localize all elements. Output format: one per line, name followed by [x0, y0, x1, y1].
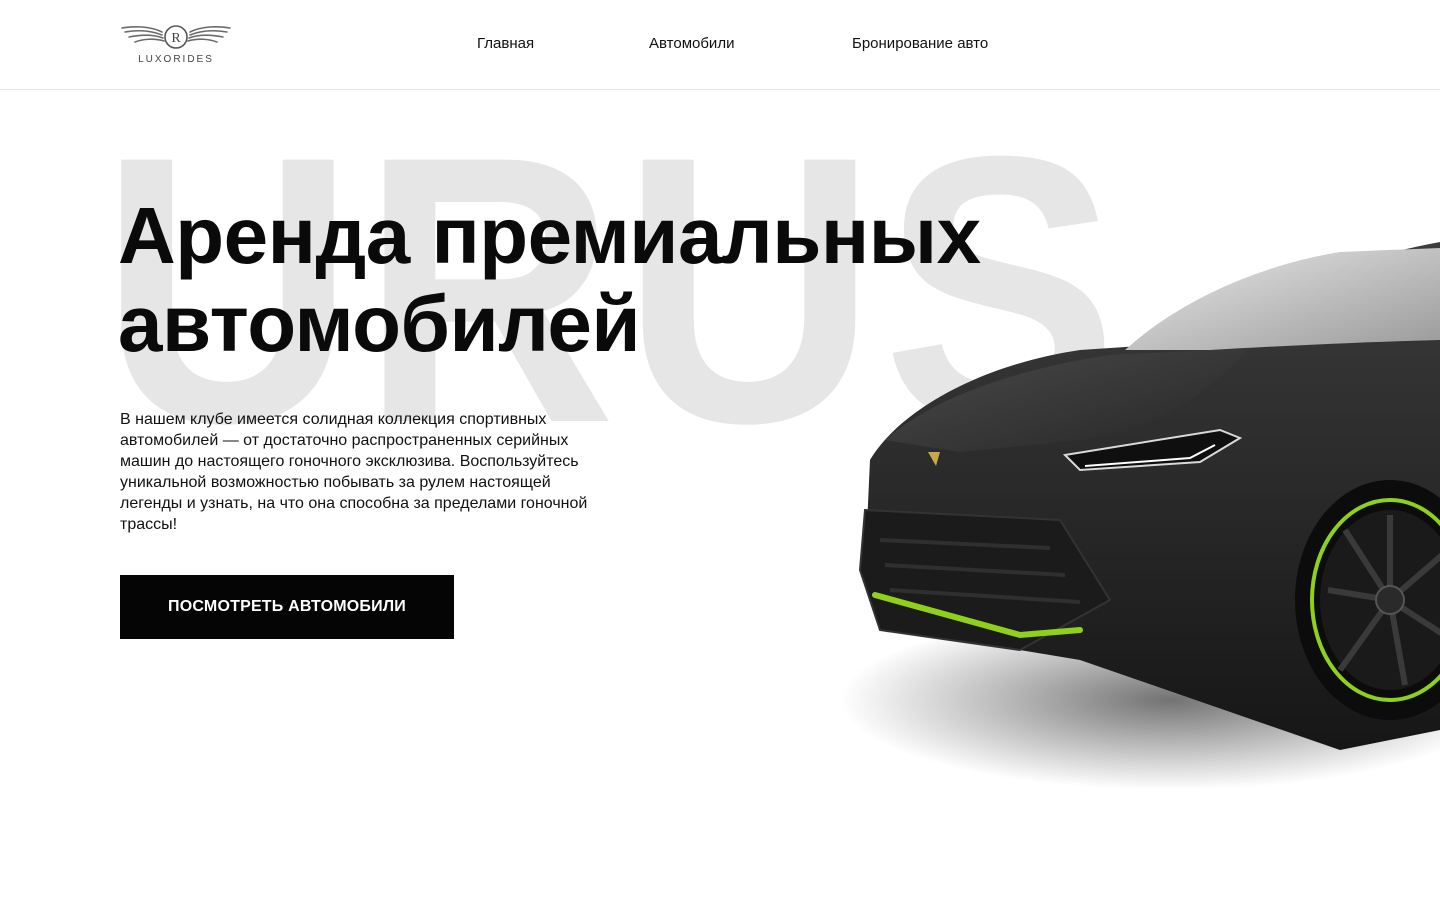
- hero-title: Аренда премиальных автомобилей: [118, 192, 981, 368]
- hero-title-line-2: автомобилей: [118, 279, 641, 368]
- nav-link-cars[interactable]: Автомобили: [649, 35, 734, 53]
- view-cars-button[interactable]: ПОСМОТРЕТЬ АВТОМОБИЛИ: [120, 575, 454, 639]
- car-windshield: [1125, 248, 1440, 350]
- brand-logo[interactable]: R LUXORIDES: [120, 20, 232, 70]
- hero-title-line-1: Аренда премиальных: [118, 191, 981, 280]
- logo-wordmark: LUXORIDES: [138, 54, 214, 65]
- winged-emblem-icon: R: [121, 25, 231, 49]
- site-header: R LUXORIDES Главная Автомобили Бронирова…: [0, 0, 1440, 90]
- hero-description: В нашем клубе имеется солидная коллекция…: [120, 411, 588, 533]
- logo-monogram: R: [171, 31, 181, 46]
- nav-link-booking[interactable]: Бронирование авто: [852, 35, 988, 53]
- page: R LUXORIDES Главная Автомобили Бронирова…: [0, 0, 1440, 900]
- nav-link-home[interactable]: Главная: [477, 35, 534, 53]
